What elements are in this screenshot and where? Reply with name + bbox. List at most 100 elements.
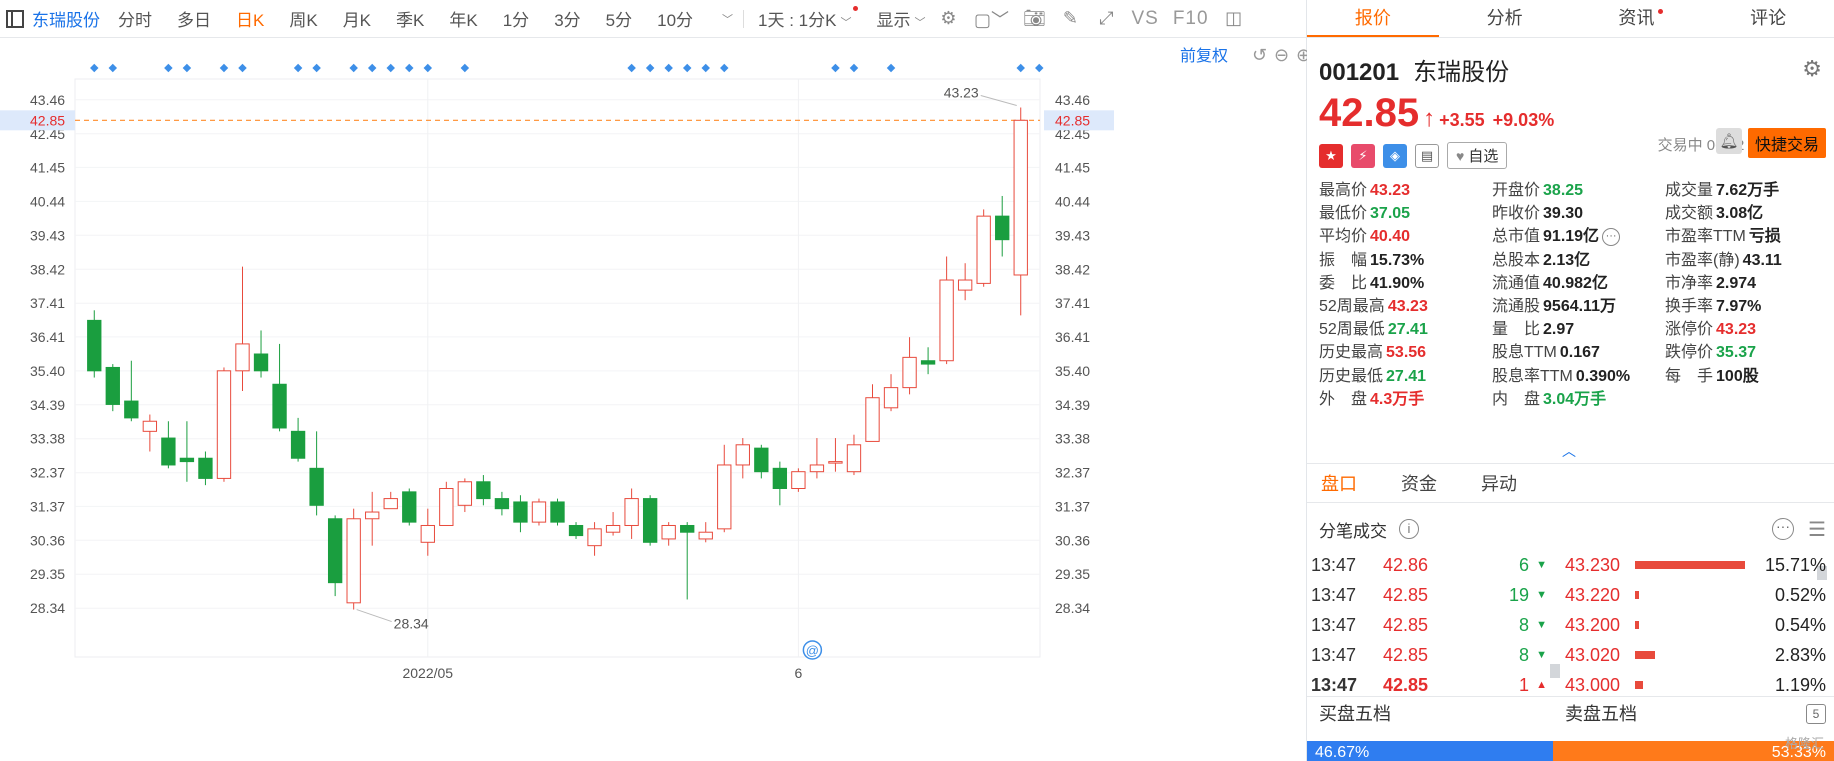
tick-price: 42.85	[1383, 615, 1429, 635]
stat-value: 27.41	[1386, 367, 1427, 385]
bell-icon[interactable]: 🔔︎	[1716, 128, 1742, 154]
gear-icon[interactable]: ⚙	[1802, 56, 1822, 82]
period-tab-9[interactable]: 5分	[606, 6, 632, 31]
stat-row: 最低价 37.05 昨收价 39.30 成交额 3.08亿	[1319, 202, 1826, 225]
info-icon[interactable]: i	[1399, 519, 1419, 539]
tag-icon[interactable]: ◈	[1383, 143, 1407, 168]
quick-trade-button[interactable]: 快捷交易	[1747, 128, 1826, 158]
tab-analysis[interactable]: 分析	[1439, 0, 1571, 37]
period-tab-6[interactable]: 年K	[449, 6, 477, 31]
period-tab-5[interactable]: 季K	[396, 6, 424, 31]
candle-up	[142, 420, 158, 432]
period-tab-10[interactable]: 10分	[657, 6, 693, 31]
lightning-icon[interactable]: ⚡︎	[1351, 143, 1375, 168]
period-tab-7[interactable]: 1分	[503, 6, 529, 31]
zoom-out-icon[interactable]: ⊖	[1274, 45, 1289, 65]
buy-levels-title[interactable]: 买盘五档	[1307, 697, 1553, 730]
zoom-in-icon[interactable]: ⊕	[1296, 45, 1307, 65]
candle-up	[235, 343, 250, 372]
candle-down	[179, 457, 195, 463]
stat-row: 委 比 41.90% 流通值 40.982亿 市净率 2.974	[1319, 272, 1826, 295]
candle-down	[105, 366, 120, 405]
candle-up	[439, 488, 454, 526]
window-layout-icon[interactable]: ▢﹀	[973, 8, 1009, 30]
period-more-chevron-icon[interactable]: ﹀	[722, 11, 733, 27]
more-icon[interactable]: ···	[1772, 518, 1794, 540]
y-tick-left: 32.37	[30, 465, 65, 481]
y-tick-left: 34.39	[30, 397, 65, 413]
tab-comments[interactable]: 评论	[1702, 0, 1834, 37]
period-tab-0[interactable]: 分时	[118, 6, 152, 31]
stat-label: 总市值	[1492, 228, 1541, 246]
period-tab-8[interactable]: 3分	[554, 6, 580, 31]
stat-cell: 委 比 41.90%	[1319, 272, 1492, 295]
event-dot	[1035, 63, 1044, 73]
sell-levels-title[interactable]: 卖盘五档	[1565, 704, 1637, 724]
stat-label: 内 盘	[1492, 390, 1541, 408]
current-price-tag-right: 42.85	[1055, 112, 1090, 128]
candle-up	[846, 444, 862, 473]
candle-up	[735, 444, 750, 466]
level-bar	[1635, 651, 1655, 659]
tab-orderbook[interactable]: 盘口	[1321, 464, 1357, 502]
bookmark-icon[interactable]: ▤	[1415, 143, 1439, 168]
period-tab-3[interactable]: 周K	[289, 6, 317, 31]
f10-button[interactable]: F10	[1173, 8, 1209, 30]
adjust-mode-button[interactable]: 前复权	[1180, 47, 1228, 65]
event-dot	[645, 63, 655, 73]
fullscreen-icon[interactable]: ⤢	[1095, 8, 1117, 30]
toolbar-divider	[743, 9, 745, 28]
event-dot	[682, 63, 692, 73]
candle-up	[661, 524, 676, 540]
more-icon[interactable]: ···	[1602, 228, 1621, 247]
stat-label: 流通股	[1492, 297, 1541, 315]
kline-chart[interactable]: 43.46 43.4642.45 42.4541.45 41.4540.44 40.44…	[0, 38, 1307, 761]
camera-icon[interactable]: 📷︎	[1023, 8, 1046, 30]
pencil-icon[interactable]: ✎	[1059, 8, 1081, 30]
tab-anomaly[interactable]: 异动	[1481, 464, 1517, 502]
vs-compare-button[interactable]: VS	[1131, 8, 1158, 30]
toolbar-stock-name[interactable]: 东瑞股份	[32, 6, 100, 31]
collapse-chevron-icon[interactable]: ︿	[1562, 441, 1576, 461]
stat-cell: 振 幅 15.73%	[1319, 249, 1492, 272]
tick-price: 42.85	[1383, 645, 1429, 665]
stat-value: 40.982亿	[1543, 274, 1608, 292]
sidebar-toggle-icon[interactable]: ◫	[1223, 8, 1245, 30]
level-five-icon[interactable]: 5	[1806, 704, 1826, 724]
scrollbar[interactable]	[1550, 664, 1560, 678]
stat-value: 37.05	[1370, 205, 1411, 223]
display-menu[interactable]: 显示 ﹀	[876, 6, 925, 31]
stat-row: 外 盘 4.3万手内 盘 3.04万手	[1319, 388, 1826, 411]
period-tab-1[interactable]: 多日	[177, 6, 211, 31]
stat-value: 亏损	[1748, 228, 1781, 246]
ticks-title: 分笔成交	[1319, 521, 1387, 541]
stat-label: 昨收价	[1492, 205, 1541, 223]
gear-icon[interactable]: ⚙	[937, 8, 959, 30]
event-dot	[831, 63, 840, 73]
event-marker-icon: @	[806, 643, 819, 658]
stat-row: 历史最高 53.56 股息TTM 0.167 跌停价 35.37	[1319, 341, 1826, 364]
stat-cell: 市净率 2.974	[1665, 272, 1826, 295]
interval-select[interactable]: 1天 : 1分K ﹀	[758, 6, 859, 31]
connect-flag-icon[interactable]: ★	[1319, 143, 1343, 168]
period-tab-2[interactable]: 日K	[236, 6, 264, 31]
high-annotation: 43.23	[944, 85, 979, 101]
current-price-tag-left: 42.85	[30, 112, 65, 128]
add-watchlist-button[interactable]: ♥ 自选	[1447, 142, 1508, 169]
arrow-up-icon: ↑	[1423, 105, 1436, 132]
candle-down	[680, 524, 695, 533]
y-tick-right: 32.37	[1055, 465, 1090, 481]
event-dot	[849, 63, 859, 73]
candle-up	[587, 528, 602, 547]
level-row: 43.220 0.52%	[1565, 580, 1830, 610]
candle-up	[828, 461, 843, 464]
period-tab-4[interactable]: 月K	[343, 6, 371, 31]
stock-name: 东瑞股份	[1413, 59, 1510, 86]
stat-row: 52周最低 27.41 量 比 2.97 涨停价 43.23	[1319, 318, 1826, 341]
tab-quote[interactable]: 报价	[1307, 0, 1439, 37]
tab-news[interactable]: 资讯	[1571, 0, 1703, 37]
panel-toggle-icon[interactable]	[6, 9, 24, 28]
tab-capital[interactable]: 资金	[1401, 464, 1437, 502]
menu-icon[interactable]: ☰	[1808, 517, 1826, 542]
undo-icon[interactable]: ↺	[1252, 45, 1267, 65]
